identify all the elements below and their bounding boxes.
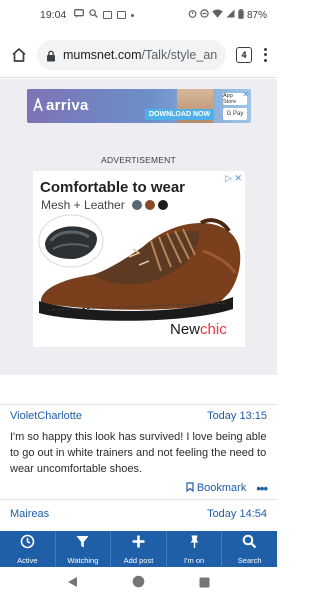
comment-header: VioletCharlotte Today 13:15 bbox=[0, 405, 277, 427]
ad-close-icon[interactable]: ✕ bbox=[242, 90, 249, 99]
advertisement-label: ADVERTISEMENT bbox=[101, 155, 176, 165]
wifi-icon bbox=[212, 9, 223, 21]
comment-author[interactable]: Maireas bbox=[10, 508, 49, 520]
nav-add-post[interactable]: Add post bbox=[111, 531, 167, 567]
bottom-navigation: Active Watching Add post I'm on Search bbox=[0, 531, 277, 567]
filter-icon bbox=[75, 534, 90, 554]
newchic-logo: Newchic bbox=[170, 321, 227, 338]
arriva-banner-ad[interactable]: arriva DOWNLOAD NOW App Store G Pay ✕ bbox=[27, 89, 251, 123]
recents-icon[interactable] bbox=[199, 575, 210, 593]
nav-label: I'm on bbox=[183, 555, 205, 565]
alarm-icon bbox=[188, 9, 197, 21]
google-pay-badge[interactable]: G Pay bbox=[223, 108, 247, 120]
newchic-shoe-ad[interactable]: Comfortable to wear Mesh + Leather ▷ ✕ N… bbox=[33, 171, 245, 347]
more-notifications-icon bbox=[131, 13, 135, 17]
comment-actions: Bookmark ••• bbox=[0, 477, 277, 499]
nav-label: Search bbox=[237, 555, 262, 565]
comment-author[interactable]: VioletCharlotte bbox=[10, 410, 82, 422]
comment-header: Maireas Today 14:54 bbox=[0, 503, 277, 525]
comment-list: VioletCharlotte Today 13:15 I'm so happy… bbox=[0, 404, 277, 525]
messages-icon bbox=[74, 9, 85, 21]
bookmark-button[interactable]: Bookmark bbox=[186, 481, 247, 495]
comment-post: VioletCharlotte Today 13:15 I'm so happy… bbox=[0, 405, 277, 499]
comment-time[interactable]: Today 14:54 bbox=[207, 508, 267, 520]
lock-icon[interactable] bbox=[45, 49, 57, 61]
system-navigation-bar bbox=[0, 567, 277, 600]
home-icon[interactable] bbox=[10, 46, 28, 64]
arriva-brand: arriva bbox=[46, 97, 89, 114]
address-bar[interactable]: mumsnet.com/Talk/style_an bbox=[37, 39, 226, 70]
nav-watching[interactable]: Watching bbox=[56, 531, 112, 567]
nav-active[interactable]: Active bbox=[0, 531, 56, 567]
battery-level: 87% bbox=[246, 9, 267, 21]
clock-icon bbox=[20, 534, 35, 554]
download-now-button[interactable]: DOWNLOAD NOW bbox=[145, 109, 215, 120]
nav-label: Active bbox=[17, 555, 38, 565]
browser-menu-icon[interactable] bbox=[264, 47, 267, 62]
status-bar: 19:04 87% bbox=[0, 0, 277, 30]
url-text[interactable]: mumsnet.com/Talk/style_an bbox=[63, 48, 217, 62]
bookmark-icon bbox=[186, 481, 194, 495]
ad-area: arriva DOWNLOAD NOW App Store G Pay ✕ AD… bbox=[0, 79, 277, 375]
newchic-logo-chic: chic bbox=[200, 321, 227, 338]
comment-body: I'm so happy this look has survived! I l… bbox=[10, 431, 267, 475]
more-options-icon[interactable]: ••• bbox=[256, 481, 268, 496]
back-icon[interactable] bbox=[67, 575, 78, 593]
bookmark-label: Bookmark bbox=[196, 482, 247, 494]
plus-icon bbox=[131, 534, 146, 554]
notification-icon bbox=[103, 11, 113, 19]
nav-im-on[interactable]: I'm on bbox=[167, 531, 223, 567]
dnd-icon bbox=[200, 9, 209, 21]
nav-label: Add post bbox=[123, 555, 154, 565]
comment-time[interactable]: Today 13:15 bbox=[207, 410, 267, 422]
home-button-icon[interactable] bbox=[132, 575, 145, 593]
nav-search[interactable]: Search bbox=[222, 531, 277, 567]
notification-icon-2 bbox=[117, 11, 127, 19]
search-status-icon bbox=[89, 9, 99, 21]
pin-icon bbox=[187, 534, 202, 554]
signal-icon bbox=[226, 9, 235, 21]
nav-label: Watching bbox=[67, 555, 99, 565]
browser-toolbar: mumsnet.com/Talk/style_an 4 bbox=[0, 32, 277, 78]
status-time: 19:04 bbox=[40, 9, 67, 21]
newchic-logo-new: New bbox=[170, 321, 201, 338]
battery-icon bbox=[238, 8, 244, 22]
comment-post: Maireas Today 14:54 bbox=[0, 500, 277, 525]
search-icon bbox=[242, 534, 257, 554]
tab-switcher-button[interactable]: 4 bbox=[236, 46, 252, 63]
url-path: /Talk/style_an bbox=[141, 47, 218, 62]
arriva-logo-icon bbox=[33, 96, 43, 117]
url-host: mumsnet.com bbox=[63, 47, 142, 62]
